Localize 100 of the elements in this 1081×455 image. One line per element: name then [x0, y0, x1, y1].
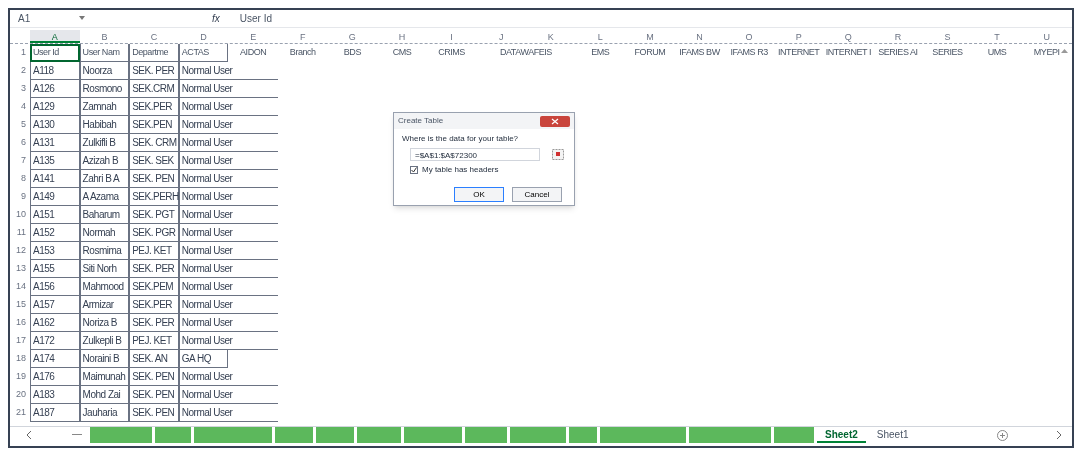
sheet-tab[interactable] [689, 427, 771, 443]
table-cell[interactable]: Armizar [79, 295, 130, 314]
table-cell[interactable]: Normal User [178, 241, 278, 260]
table-cell[interactable]: Habibah [79, 115, 130, 134]
row-header[interactable]: 12 [10, 244, 30, 258]
table-cell[interactable]: SEK.PER [129, 97, 179, 116]
table-cell[interactable]: Normal User [178, 187, 278, 206]
sheet-tab[interactable] [569, 427, 597, 443]
table-cell[interactable]: A129 [30, 97, 80, 116]
row-header[interactable]: 15 [10, 298, 30, 312]
table-cell[interactable]: A157 [30, 295, 80, 314]
header-cell[interactable]: IFAMS R3 [724, 43, 774, 62]
table-cell[interactable]: A172 [30, 331, 80, 350]
table-cell[interactable]: GA HQ [178, 349, 229, 368]
table-cell[interactable]: Normal User [178, 79, 278, 98]
row-header[interactable]: 6 [10, 136, 30, 150]
table-cell[interactable]: A126 [30, 79, 80, 98]
table-cell[interactable]: A153 [30, 241, 80, 260]
row-header[interactable]: 1 [10, 46, 30, 60]
header-cell[interactable]: BDS [327, 43, 378, 62]
table-cell[interactable]: Normal User [178, 295, 278, 314]
table-cell[interactable]: Azizah B [79, 151, 130, 170]
row-header[interactable]: 5 [10, 118, 30, 132]
table-cell[interactable]: Normal User [178, 367, 278, 386]
row-header[interactable]: 2 [10, 64, 30, 78]
table-cell[interactable]: SEK. PGT [129, 205, 179, 224]
table-cell[interactable]: A135 [30, 151, 80, 170]
header-cell[interactable]: EMS [575, 43, 626, 62]
header-cell[interactable]: UMS [972, 43, 1022, 62]
table-cell[interactable]: SEK. PEN [129, 169, 179, 188]
add-sheet-icon[interactable] [996, 429, 1008, 441]
table-cell[interactable]: SEK. PER [129, 313, 179, 332]
chevron-left-icon[interactable] [26, 431, 32, 439]
column-header[interactable]: L [575, 29, 626, 43]
table-cell[interactable]: Mohd Zai [79, 385, 130, 404]
header-cell[interactable]: CMS [377, 43, 427, 62]
table-cell[interactable]: Normal User [178, 331, 278, 350]
row-header[interactable]: 13 [10, 262, 30, 276]
table-cell[interactable]: Rosmono [79, 79, 130, 98]
table-cell[interactable]: Normal User [178, 223, 278, 242]
header-cell[interactable]: SERIES AI [873, 43, 923, 62]
row-header[interactable]: 4 [10, 100, 30, 114]
table-cell[interactable]: Normal User [178, 115, 278, 134]
table-cell[interactable]: PEJ. KET [129, 241, 179, 260]
header-cell[interactable]: Departme [129, 43, 179, 62]
row-header[interactable]: 17 [10, 334, 30, 348]
column-header[interactable]: E [228, 29, 278, 43]
sheet-tab[interactable] [404, 427, 462, 443]
table-cell[interactable]: Normal User [178, 151, 278, 170]
table-cell[interactable]: SEK.CRM [129, 79, 179, 98]
column-header[interactable]: H [377, 29, 427, 43]
table-cell[interactable]: SEK. PEN [129, 385, 179, 404]
header-cell[interactable]: User Id [30, 43, 80, 62]
table-cell[interactable]: Normal User [178, 385, 278, 404]
header-cell[interactable]: Branch [277, 43, 328, 62]
table-cell[interactable]: Normal User [178, 403, 278, 422]
table-cell[interactable]: A176 [30, 367, 80, 386]
table-cell[interactable]: Rosmima [79, 241, 130, 260]
column-header[interactable]: D [178, 29, 229, 43]
table-cell[interactable]: Normal User [178, 259, 278, 278]
table-cell[interactable]: Siti Norh [79, 259, 130, 278]
dialog-button[interactable]: OK [454, 187, 504, 202]
header-cell[interactable]: ACTAS [178, 43, 229, 62]
column-header[interactable]: N [674, 29, 725, 43]
table-cell[interactable]: Normal User [178, 61, 278, 80]
column-header[interactable]: S [922, 29, 973, 43]
column-header[interactable]: F [277, 29, 328, 43]
row-header[interactable]: 11 [10, 226, 30, 240]
header-cell[interactable]: AIDON [228, 43, 278, 62]
column-header[interactable]: J [476, 29, 526, 43]
table-cell[interactable]: A162 [30, 313, 80, 332]
table-cell[interactable]: PEJ. KET [129, 331, 179, 350]
range-field[interactable]: =$A$1:$A$72300 [410, 148, 540, 161]
row-header[interactable]: 20 [10, 388, 30, 402]
row-header[interactable]: 21 [10, 406, 30, 420]
row-header[interactable]: 7 [10, 154, 30, 168]
sheet-tab[interactable] [194, 427, 272, 443]
header-cell[interactable]: CRIMS [426, 43, 477, 62]
checkbox-label[interactable]: My table has headers [422, 164, 499, 176]
table-cell[interactable]: A118 [30, 61, 80, 80]
table-cell[interactable]: Jauharia [79, 403, 130, 422]
table-cell[interactable]: SEK. PER [129, 61, 179, 80]
table-cell[interactable]: Mahmood [79, 277, 130, 296]
column-header[interactable]: U [1021, 29, 1072, 43]
table-cell[interactable]: Zamnah [79, 97, 130, 116]
table-cell[interactable]: Zulkifli B [79, 133, 130, 152]
header-cell[interactable]: DATAWAFEIS [476, 43, 576, 62]
dropdown-icon[interactable] [78, 15, 86, 22]
table-cell[interactable]: Zahri B A [79, 169, 130, 188]
checkbox[interactable] [410, 166, 418, 174]
name-box[interactable]: A1 [10, 11, 70, 26]
header-cell[interactable]: MYEPI [1021, 43, 1072, 62]
header-cell[interactable]: IFAMS BW [674, 43, 725, 62]
table-cell[interactable]: SEK. PEN [129, 403, 179, 422]
row-header[interactable]: 3 [10, 82, 30, 96]
row-header[interactable]: 14 [10, 280, 30, 294]
table-cell[interactable]: A141 [30, 169, 80, 188]
header-cell[interactable]: User Nam [79, 43, 130, 62]
column-header[interactable]: B [79, 29, 130, 43]
table-cell[interactable]: SEK. PGR [129, 223, 179, 242]
